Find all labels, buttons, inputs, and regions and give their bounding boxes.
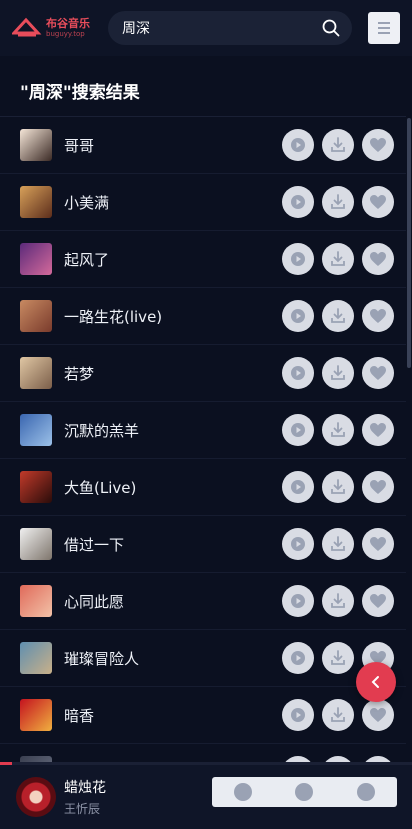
download-icon[interactable] [322,186,354,218]
chevron-left-icon[interactable] [356,662,396,702]
heart-icon[interactable] [362,300,394,332]
song-cover [20,528,52,560]
song-cover [20,414,52,446]
menu-icon[interactable] [368,12,400,44]
logo-subtitle: buguyy.top [46,30,85,38]
play-icon[interactable] [282,471,314,503]
logo[interactable]: 布谷音乐 buguyy.top [10,8,98,48]
search-box [108,11,352,45]
player-controls [212,777,397,807]
song-cover [20,300,52,332]
heart-icon[interactable] [362,129,394,161]
player-bar: 蜡烛花 王忻辰 [0,765,412,829]
song-cover [20,471,52,503]
play-icon[interactable] [282,528,314,560]
download-icon[interactable] [322,300,354,332]
song-title[interactable]: 心同此愿 [64,591,282,612]
heart-icon[interactable] [362,414,394,446]
download-icon[interactable] [322,585,354,617]
download-icon[interactable] [322,471,354,503]
download-icon[interactable] [322,357,354,389]
song-row[interactable]: 哥哥 [0,117,406,174]
song-actions [282,129,394,161]
play-icon[interactable] [282,129,314,161]
song-cover [20,642,52,674]
song-row[interactable]: 借过一下 [0,516,406,573]
play-icon[interactable] [282,186,314,218]
song-cover [20,585,52,617]
download-icon[interactable] [322,528,354,560]
player-title[interactable]: 蜡烛花 [64,777,106,797]
scrollbar-thumb[interactable] [407,118,411,368]
song-title[interactable]: 大鱼(Live) [64,477,282,498]
song-actions [282,414,394,446]
song-actions [282,300,394,332]
song-title[interactable]: 若梦 [64,363,282,384]
play-pause-icon[interactable] [295,783,314,801]
song-row[interactable]: 起风了 [0,231,406,288]
logo-title: 布谷音乐 [46,17,90,30]
heart-icon[interactable] [362,357,394,389]
header: 布谷音乐 buguyy.top [0,0,412,56]
song-cover [20,699,52,731]
play-icon[interactable] [282,414,314,446]
song-title[interactable]: 暗香 [64,705,282,726]
song-actions [282,357,394,389]
play-icon[interactable] [282,243,314,275]
song-cover [20,357,52,389]
song-row[interactable]: 暗香 [0,687,406,744]
search-input[interactable] [120,19,320,37]
page-title: "周深"搜索结果 [20,83,140,103]
song-cover [20,129,52,161]
song-row[interactable]: 沉默的羔羊 [0,402,406,459]
play-icon[interactable] [282,357,314,389]
song-list: 哥哥小美满起风了一路生花(live) 若梦沉默的羔羊大鱼(Live) 借过一下心同此… [0,116,406,764]
song-row[interactable]: 璀璨冒险人 [0,630,406,687]
song-title[interactable]: 哥哥 [64,135,282,156]
prev-icon[interactable] [233,783,252,801]
song-row[interactable]: 大鱼(Live) [0,459,406,516]
song-row[interactable]: 若梦 [0,345,406,402]
song-title[interactable]: 借过一下 [64,534,282,555]
song-row[interactable]: 小美满 [0,174,406,231]
song-actions [282,585,394,617]
song-row[interactable]: 心同此愿 [0,573,406,630]
heart-icon[interactable] [362,471,394,503]
download-icon[interactable] [322,129,354,161]
download-icon[interactable] [322,243,354,275]
play-icon[interactable] [282,699,314,731]
song-actions [282,528,394,560]
next-icon[interactable] [357,783,376,801]
song-title[interactable]: 一路生花(live) [64,306,282,327]
play-icon[interactable] [282,300,314,332]
song-actions [282,471,394,503]
song-title[interactable]: 沉默的羔羊 [64,420,282,441]
song-actions [282,186,394,218]
heart-icon[interactable] [362,585,394,617]
heart-icon[interactable] [362,186,394,218]
download-icon[interactable] [322,642,354,674]
download-icon[interactable] [322,699,354,731]
heart-icon[interactable] [362,243,394,275]
song-row[interactable]: 一路生花(live) [0,288,406,345]
player-artist: 王忻辰 [64,802,101,816]
download-icon[interactable] [322,414,354,446]
heart-icon[interactable] [362,528,394,560]
scrollbar[interactable] [406,116,412,764]
play-icon[interactable] [282,642,314,674]
song-actions [282,243,394,275]
song-actions [282,699,394,731]
song-row[interactable] [0,744,406,764]
search-icon[interactable] [320,17,342,39]
player-cover[interactable] [16,777,56,817]
song-title[interactable]: 小美满 [64,192,282,213]
heart-icon[interactable] [362,699,394,731]
song-title[interactable]: 起风了 [64,249,282,270]
song-cover [20,243,52,275]
play-icon[interactable] [282,585,314,617]
song-title[interactable]: 璀璨冒险人 [64,648,282,669]
logo-icon [10,17,42,39]
song-cover [20,186,52,218]
